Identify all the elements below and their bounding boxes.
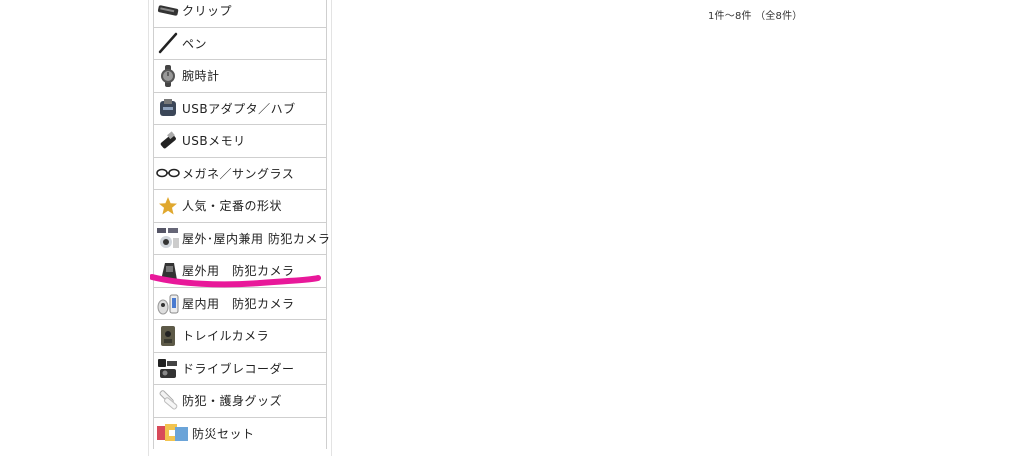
glasses-icon xyxy=(156,161,180,185)
sidebar-item-label: USBアダプタ／ハブ xyxy=(182,101,296,116)
indoor-outdoor-camera-icon xyxy=(156,226,180,250)
disaster-kit-icon xyxy=(156,421,190,445)
trail-camera-icon xyxy=(156,324,180,348)
usb-memory-icon xyxy=(156,129,180,153)
sidebar-item-label: 腕時計 xyxy=(182,69,220,84)
sidebar-item-label: ドライブレコーダー xyxy=(182,361,295,376)
sidebar-item-pen[interactable]: ペン xyxy=(154,28,326,60)
sidebar-item-label: ペン xyxy=(182,36,208,51)
sidebar-item-label: トレイルカメラ xyxy=(182,329,270,344)
star-icon xyxy=(156,194,180,218)
sidebar-item-glasses[interactable]: メガネ／サングラス xyxy=(154,158,326,190)
sidebar-item-indoor-outdoor-camera[interactable]: 屋外･屋内兼用 防犯カメラ xyxy=(154,223,330,255)
sidebar-item-popular-shapes[interactable]: 人気・定番の形状 xyxy=(154,190,326,223)
sidebar-item-disaster-kit[interactable]: 防災セット xyxy=(154,418,326,450)
sidebar-item-security-goods[interactable]: 防犯・護身グッズ xyxy=(154,385,326,418)
dashcam-icon xyxy=(156,356,180,380)
clip-icon xyxy=(156,0,180,23)
sidebar-right-rule xyxy=(331,0,332,456)
sidebar-item-usb-adapter[interactable]: USBアダプタ／ハブ xyxy=(154,93,326,125)
sidebar-item-label: 屋内用 防犯カメラ xyxy=(182,296,295,311)
page: クリップ ペン 腕時計 USBアダプタ／ハブ USBメモリ メガネ／サングラス … xyxy=(0,0,1024,456)
indoor-camera-icon xyxy=(156,291,180,315)
sidebar-item-label: 防災セット xyxy=(192,426,255,441)
sidebar-item-trail-camera[interactable]: トレイルカメラ xyxy=(154,320,326,353)
sidebar-item-label: クリップ xyxy=(182,4,233,19)
sidebar-item-label: 屋外･屋内兼用 防犯カメラ xyxy=(182,231,331,246)
page-left-rule xyxy=(148,0,149,456)
wristwatch-icon xyxy=(156,64,180,88)
sidebar-item-label: 人気・定番の形状 xyxy=(182,199,283,214)
security-goods-icon xyxy=(156,389,180,413)
sidebar-item-wristwatch[interactable]: 腕時計 xyxy=(154,60,326,93)
sidebar-item-label: USBメモリ xyxy=(182,134,246,149)
result-count: 1件～8件 （全8件） xyxy=(708,11,803,22)
usb-adapter-icon xyxy=(156,96,180,120)
sidebar-item-dashcam[interactable]: ドライブレコーダー xyxy=(154,353,326,385)
sidebar-item-label: 防犯・護身グッズ xyxy=(182,394,283,409)
category-sidebar: クリップ ペン 腕時計 USBアダプタ／ハブ USBメモリ メガネ／サングラス … xyxy=(153,0,330,450)
pen-icon xyxy=(156,31,180,55)
sidebar-item-label: メガネ／サングラス xyxy=(182,166,295,181)
sidebar-item-usb-memory[interactable]: USBメモリ xyxy=(154,125,326,158)
sidebar-item-clip[interactable]: クリップ xyxy=(154,0,326,28)
highlight-underline-annotation xyxy=(150,274,321,288)
sidebar-item-indoor-camera[interactable]: 屋内用 防犯カメラ xyxy=(154,288,326,320)
